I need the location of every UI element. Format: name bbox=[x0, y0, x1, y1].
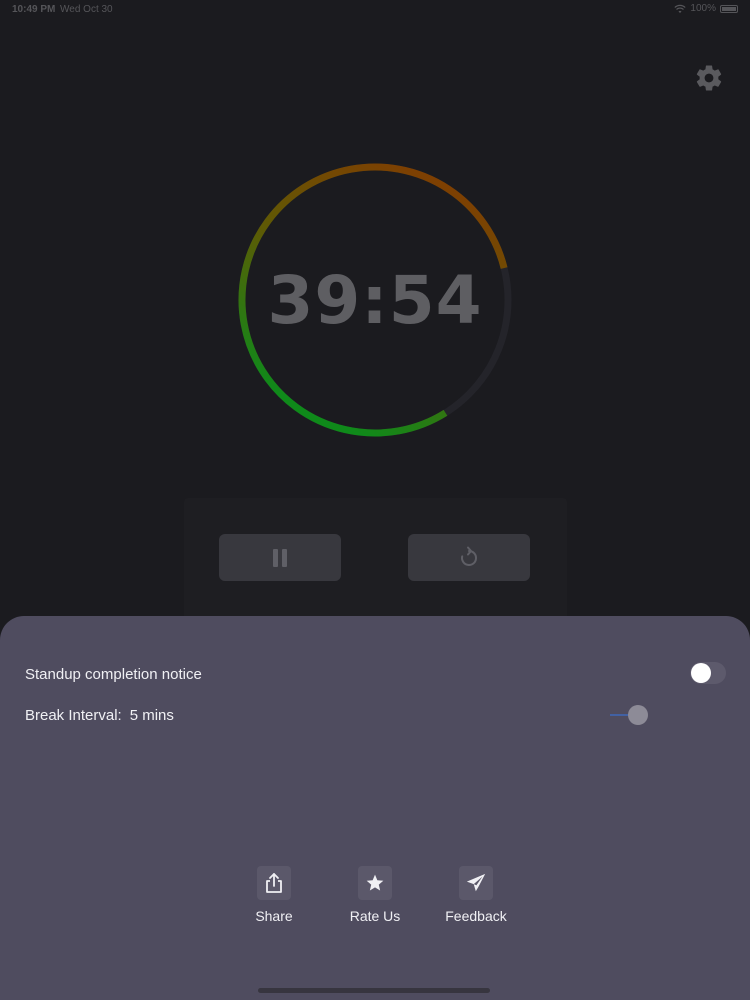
pause-button[interactable] bbox=[219, 534, 341, 581]
break-interval-label: Break Interval: bbox=[25, 706, 122, 724]
share-button[interactable]: Share bbox=[234, 866, 314, 924]
share-label: Share bbox=[255, 908, 293, 924]
break-interval-slider[interactable] bbox=[610, 702, 650, 728]
wifi-icon bbox=[674, 4, 687, 13]
star-icon bbox=[366, 874, 384, 891]
rate-us-label: Rate Us bbox=[349, 908, 401, 924]
standup-notice-label: Standup completion notice bbox=[25, 665, 202, 683]
gear-icon bbox=[696, 65, 722, 91]
rate-us-button[interactable]: Rate Us bbox=[335, 866, 415, 924]
standup-notice-toggle[interactable] bbox=[690, 662, 726, 684]
reset-icon bbox=[461, 546, 478, 566]
battery-percent: 100% bbox=[690, 3, 716, 14]
break-interval-row: Break Interval: 5 mins bbox=[25, 700, 726, 730]
paper-plane-icon-box bbox=[459, 866, 493, 900]
share-icon-box bbox=[257, 866, 291, 900]
star-icon-box bbox=[358, 866, 392, 900]
home-indicator bbox=[258, 988, 490, 993]
standup-notice-row: Standup completion notice bbox=[25, 659, 726, 689]
status-bar: 10:49 PM Wed Oct 30 100% bbox=[0, 0, 750, 18]
feedback-button[interactable]: Feedback bbox=[436, 866, 516, 924]
status-date: Wed Oct 30 bbox=[60, 4, 113, 15]
timer-controls bbox=[184, 498, 567, 628]
paper-plane-icon bbox=[466, 873, 486, 892]
settings-sheet: Standup completion notice Break Interval… bbox=[0, 616, 750, 1000]
settings-button[interactable] bbox=[694, 63, 724, 93]
reset-button[interactable] bbox=[408, 534, 530, 581]
status-time: 10:49 PM bbox=[12, 4, 56, 15]
feedback-label: Feedback bbox=[445, 908, 507, 924]
toggle-knob bbox=[691, 663, 711, 683]
slider-thumb[interactable] bbox=[628, 705, 648, 725]
timer-display: 39:54 bbox=[267, 261, 483, 339]
status-indicators: 100% bbox=[674, 3, 738, 14]
share-icon bbox=[266, 873, 282, 893]
pause-icon bbox=[273, 548, 287, 567]
break-interval-value: 5 mins bbox=[129, 706, 174, 724]
app-screen: 10:49 PM Wed Oct 30 100% 39:54 Standup c… bbox=[0, 0, 750, 1000]
battery-icon bbox=[720, 4, 738, 13]
